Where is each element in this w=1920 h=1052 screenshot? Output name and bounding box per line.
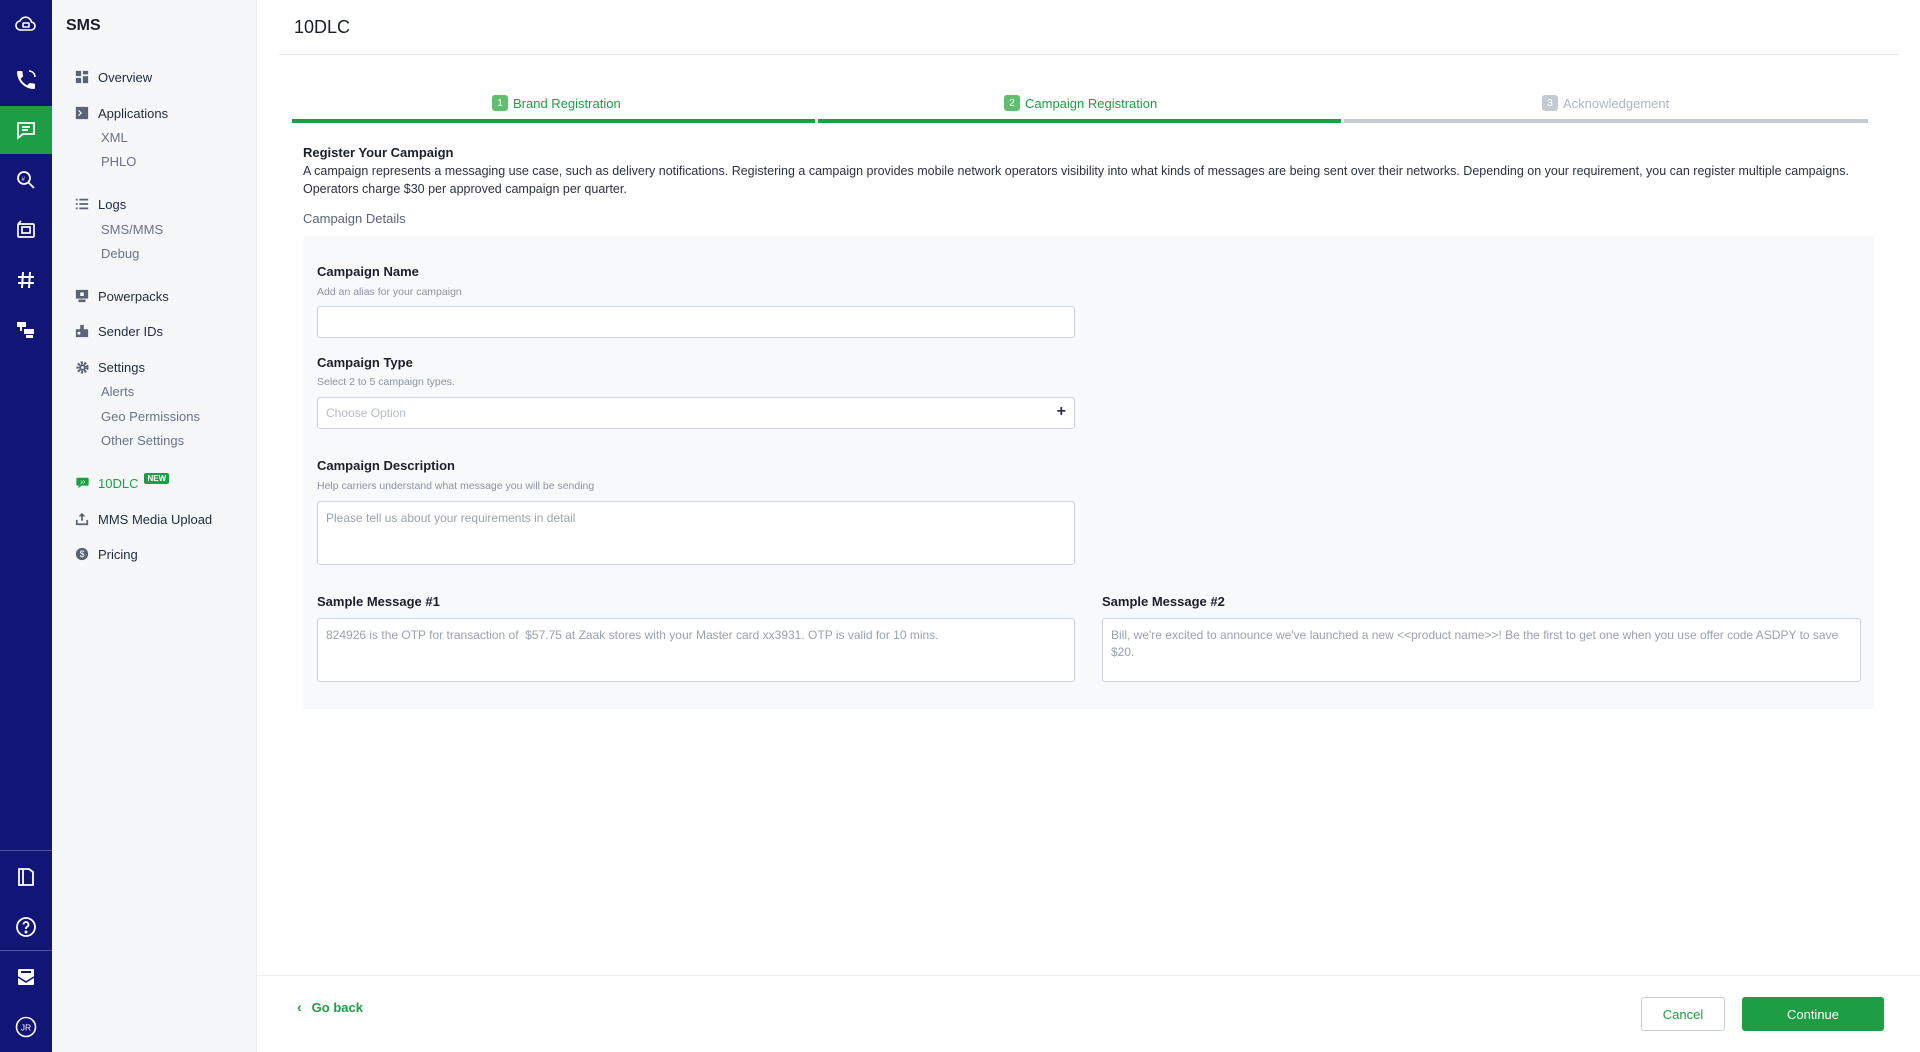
campaign-description-textarea[interactable] [317,501,1075,565]
account-avatar-icon[interactable]: JR [0,1003,52,1051]
campaign-details-label: Campaign Details [303,211,406,226]
terminal-icon [74,105,90,121]
sidebar-item-label: Applications [98,105,169,121]
plus-icon[interactable]: + [1057,404,1066,420]
step-label: Campaign Registration [1025,95,1158,111]
sidebar-item-applications[interactable]: Applications [74,104,168,122]
sender-id-icon [74,323,90,339]
step-label: Acknowledgement [1563,95,1670,111]
campaign-details-panel: Campaign Name Add an alias for your camp… [303,236,1874,709]
step-number: 3 [1542,95,1558,111]
sidebar-item-label: Logs [98,196,127,212]
sample-message-1-textarea[interactable] [317,618,1075,682]
sidebar-item-label: Settings [98,359,145,375]
page-title: 10DLC [294,17,351,37]
step-progress-bar-2 [818,119,1341,123]
sms-chat-icon[interactable] [0,106,52,154]
sidebar-subitem-alerts[interactable]: Alerts [101,384,134,399]
sidebar-title: SMS [66,17,101,34]
phone-call-icon[interactable] [0,56,52,104]
10dlc-icon: 10 [74,475,90,491]
upload-icon [74,511,90,527]
sample-message-1-label: Sample Message #1 [317,594,440,609]
campaign-description-label: Campaign Description [317,458,455,473]
sidebar-item-label: Pricing [98,546,138,562]
campaign-type-label: Campaign Type [317,355,413,370]
sidebar-item-label: MMS Media Upload [98,511,213,527]
phone-numbers-hash-icon[interactable] [0,256,52,304]
svg-text:$: $ [80,549,85,559]
sidebar-subitem-sms-mms[interactable]: SMS/MMS [101,222,163,237]
dollar-icon: $ [74,546,90,562]
cloud-logo-icon[interactable] [0,0,52,48]
sidebar-subitem-other-settings[interactable]: Other Settings [101,433,184,448]
list-icon [74,196,90,212]
sidebar-item-powerpacks[interactable]: Powerpacks [74,287,169,305]
new-badge: NEW [144,472,170,484]
section-description: A campaign represents a messaging use ca… [303,164,1849,196]
number-lookup-icon[interactable]: # [0,156,52,204]
campaign-type-placeholder: Choose Option [326,406,407,420]
svg-text:#: # [22,177,26,183]
chevron-left-icon: ‹ [297,999,302,1015]
campaign-type-select[interactable]: Choose Option + [317,397,1075,429]
sample-message-2-label: Sample Message #2 [1102,594,1225,609]
continue-button[interactable]: Continue [1742,997,1884,1031]
sidebar-subitem-geo-permissions[interactable]: Geo Permissions [101,409,200,424]
sidebar-subitem-debug[interactable]: Debug [101,246,139,261]
sidebar-item-label: Powerpacks [98,288,169,304]
campaign-name-label: Campaign Name [317,264,419,279]
fax-icon[interactable] [0,206,52,254]
step-number: 1 [492,95,508,111]
campaign-name-input[interactable] [317,306,1075,338]
main-content: 10DLC 1 Brand Registration 2 Campaign Re… [257,0,1920,1052]
svg-text:10: 10 [80,479,85,484]
go-back-label: Go back [311,999,363,1015]
svg-text:JR: JR [21,1023,31,1033]
sidebar-item-label: Overview [98,69,153,85]
sidebar-item-logs[interactable]: Logs [74,195,126,213]
step-brand-registration[interactable]: 1 Brand Registration [492,95,621,111]
step-progress-bar-1 [292,119,815,123]
sidebar-item-10dlc[interactable]: 10 10DLC NEW [74,472,170,492]
step-label: Brand Registration [513,95,621,111]
inbox-icon[interactable] [0,953,52,1001]
campaign-description-help: Help carriers understand what message yo… [317,480,595,492]
flows-icon[interactable] [0,306,52,354]
sidebar-item-sender-ids[interactable]: Sender IDs [74,322,163,340]
docs-book-icon[interactable] [0,853,52,901]
sidebar-item-pricing[interactable]: $ Pricing [74,545,138,563]
campaign-name-help: Add an alias for your campaign [317,286,462,298]
step-acknowledgement: 3 Acknowledgement [1542,95,1669,111]
help-icon[interactable] [0,903,52,951]
sample-message-2-textarea[interactable] [1102,618,1861,682]
grid-icon [74,69,90,85]
sidebar-item-label: Sender IDs [98,323,164,339]
step-number: 2 [1004,95,1020,111]
sidebar-item-label: 10DLC [98,475,139,491]
step-campaign-registration[interactable]: 2 Campaign Registration [1004,95,1157,111]
step-progress-bar-3 [1344,119,1868,123]
sidebar: SMS Overview Applications XML PHLO Logs … [52,0,257,1052]
sidebar-item-mms-media-upload[interactable]: MMS Media Upload [74,510,212,528]
sidebar-item-overview[interactable]: Overview [74,68,152,86]
sidebar-subitem-xml[interactable]: XML [101,130,128,145]
powerpack-icon [74,288,90,304]
go-back-link[interactable]: ‹ Go back [297,999,363,1015]
icon-rail: # JR [0,0,52,1052]
cancel-button[interactable]: Cancel [1641,997,1725,1031]
campaign-type-help: Select 2 to 5 campaign types. [317,376,455,388]
sidebar-item-settings[interactable]: Settings [74,358,145,376]
gear-icon [74,359,90,375]
sidebar-subitem-phlo[interactable]: PHLO [101,154,136,169]
section-heading: Register Your Campaign [303,145,454,160]
